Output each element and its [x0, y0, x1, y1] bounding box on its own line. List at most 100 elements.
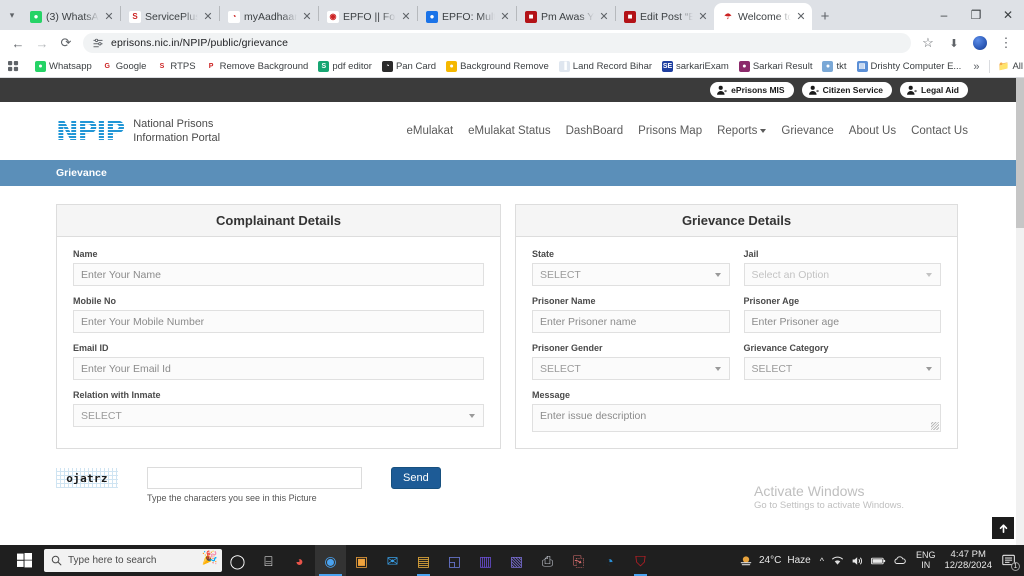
- all-bookmarks-button[interactable]: 📁 All Bookmarks: [993, 61, 1024, 72]
- bookmark-item[interactable]: P Remove Background: [201, 61, 314, 72]
- microsoft-store-icon[interactable]: ▣: [346, 545, 377, 576]
- mobile-no-input[interactable]: Enter Your Mobile Number: [73, 310, 484, 333]
- prisoner-name-input[interactable]: Enter Prisoner name: [532, 310, 730, 333]
- file-explorer-icon[interactable]: ▤: [408, 545, 439, 576]
- state-select[interactable]: SELECT: [532, 263, 730, 286]
- bookmark-item[interactable]: ▤ Drishty Computer E...: [852, 61, 967, 72]
- close-tab-icon[interactable]: ✕: [202, 10, 214, 23]
- grievance-category-select[interactable]: SELECT: [743, 357, 941, 380]
- nav-item-contact us[interactable]: Contact Us: [911, 125, 968, 137]
- nav-item-grievance[interactable]: Grievance: [781, 125, 833, 137]
- nav-item-reports[interactable]: Reports: [717, 125, 767, 137]
- bookmark-star-icon[interactable]: ☆: [916, 31, 940, 55]
- nav-item-dashboard[interactable]: DashBoard: [566, 125, 624, 137]
- bookmark-item[interactable]: ● Background Remove: [441, 61, 554, 72]
- captcha-input[interactable]: [147, 467, 362, 489]
- apps-grid-icon[interactable]: [6, 61, 24, 72]
- language-indicator[interactable]: ENG IN: [916, 550, 936, 571]
- close-tab-icon[interactable]: ✕: [301, 10, 313, 23]
- google-chrome-icon[interactable]: ◉: [315, 545, 346, 576]
- cortana-icon[interactable]: ◯: [222, 545, 253, 576]
- bookmark-item[interactable]: S pdf editor: [313, 61, 377, 72]
- name-input[interactable]: Enter Your Name: [73, 263, 484, 286]
- task-view-icon[interactable]: ⌸: [253, 545, 284, 576]
- browser-tab[interactable]: ◉ EPFO || For Empl ✕: [319, 3, 417, 30]
- photos-icon[interactable]: ◱: [439, 545, 470, 576]
- volume-icon[interactable]: [851, 555, 864, 567]
- microsoft-365-icon[interactable]: ◕: [284, 545, 315, 576]
- browser-tab[interactable]: ■ Pm Awas Yojana ✕: [517, 3, 615, 30]
- chrome-menu-icon[interactable]: ⋮: [994, 31, 1018, 55]
- weather-widget[interactable]: 24°C Haze: [739, 554, 811, 568]
- bookmark-item[interactable]: ▐ Land Record Bihar: [554, 61, 657, 72]
- relation-with-inmate-select[interactable]: SELECT: [73, 404, 484, 427]
- remote-desktop-icon[interactable]: ▧: [501, 545, 532, 576]
- jail-select[interactable]: Select an Option: [743, 263, 941, 286]
- search-input[interactable]: Type here to search 🎉: [44, 549, 222, 572]
- browser-tab[interactable]: ● (3) WhatsApp ✕: [22, 3, 120, 30]
- microsoft-edge-icon[interactable]: ◔: [594, 545, 625, 576]
- close-tab-icon[interactable]: ✕: [400, 10, 412, 23]
- bookmark-item[interactable]: SE sarkariExam: [657, 61, 734, 72]
- topbar-pill-button[interactable]: Citizen Service: [801, 82, 893, 98]
- nav-item-about us[interactable]: About Us: [849, 125, 896, 137]
- reload-icon[interactable]: ⟳: [54, 31, 78, 55]
- scrollbar-thumb[interactable]: [1016, 78, 1024, 228]
- printer-icon[interactable]: ⎙: [532, 545, 563, 576]
- site-logo[interactable]: NPIP National Prisons Information Portal: [56, 117, 220, 146]
- browser-tab[interactable]: ◔ myAadhaar - Un ✕: [220, 3, 318, 30]
- bookmark-item[interactable]: ● Whatsapp: [30, 61, 97, 72]
- topbar-pill-button[interactable]: ePrisons MIS: [710, 82, 794, 98]
- browser-tab[interactable]: S ServicePlus- Issu ✕: [121, 3, 219, 30]
- show-hidden-icons-chevron[interactable]: ^: [820, 556, 824, 566]
- prisoner-age-input[interactable]: Enter Prisoner age: [743, 310, 941, 333]
- bookmark-item[interactable]: ◔ Pan Card: [377, 61, 441, 72]
- forward-icon[interactable]: →: [30, 31, 54, 55]
- bookmarks-overflow-chevron[interactable]: »: [966, 61, 986, 73]
- nav-item-prisons map[interactable]: Prisons Map: [638, 125, 702, 137]
- browser-tab-active[interactable]: ☂ Welcome to Nat ✕: [714, 3, 812, 30]
- downloads-icon[interactable]: ⬇: [942, 31, 966, 55]
- scroll-to-top-button[interactable]: [992, 517, 1014, 539]
- resize-grip-icon[interactable]: [931, 422, 939, 430]
- message-textarea[interactable]: Enter issue description: [532, 404, 941, 432]
- page-scrollbar[interactable]: [1016, 78, 1024, 545]
- send-button[interactable]: Send: [391, 467, 441, 489]
- bookmark-item[interactable]: S RTPS: [151, 61, 200, 72]
- mcafee-icon[interactable]: ⛉: [625, 545, 656, 576]
- back-icon[interactable]: ←: [6, 31, 30, 55]
- profile-avatar[interactable]: [968, 31, 992, 55]
- prisoner-gender-select[interactable]: SELECT: [532, 357, 730, 380]
- email-id-input[interactable]: Enter Your Email Id: [73, 357, 484, 380]
- bookmark-item[interactable]: ● Sarkari Result: [734, 61, 818, 72]
- close-tab-icon[interactable]: ✕: [795, 10, 807, 23]
- onedrive-icon[interactable]: [893, 555, 907, 566]
- browser-tab[interactable]: ■ Edit Post “E-Mul ✕: [616, 3, 714, 30]
- topbar-pill-button[interactable]: Legal Aid: [900, 82, 968, 98]
- close-tab-icon[interactable]: ✕: [697, 10, 709, 23]
- notification-center-icon[interactable]: 1: [1001, 552, 1020, 571]
- nav-item-emulakat[interactable]: eMulakat: [406, 125, 453, 137]
- minimize-button[interactable]: –: [928, 0, 960, 30]
- bookmark-item[interactable]: G Google: [97, 61, 152, 72]
- close-tab-icon[interactable]: ✕: [499, 10, 511, 23]
- address-bar[interactable]: eprisons.nic.in/NPIP/public/grievance: [83, 33, 911, 53]
- teams-icon[interactable]: ▥: [470, 545, 501, 576]
- wifi-icon[interactable]: [831, 555, 844, 566]
- windows-logo-icon[interactable]: [4, 545, 44, 576]
- bookmark-favicon: ●: [822, 61, 834, 72]
- nav-item-emulakat status[interactable]: eMulakat Status: [468, 125, 550, 137]
- mail-icon[interactable]: ✉: [377, 545, 408, 576]
- new-tab-button[interactable]: +: [812, 3, 838, 30]
- clock[interactable]: 4:47 PM 12/28/2024: [944, 549, 992, 572]
- scanner-icon[interactable]: ⎘: [563, 545, 594, 576]
- site-info-icon[interactable]: [92, 37, 104, 49]
- maximize-button[interactable]: ❐: [960, 0, 992, 30]
- close-tab-icon[interactable]: ✕: [598, 10, 610, 23]
- battery-icon[interactable]: [870, 556, 886, 566]
- close-tab-icon[interactable]: ✕: [103, 10, 115, 23]
- tab-search-icon[interactable]: ▾: [2, 0, 22, 30]
- bookmark-item[interactable]: ● tkt: [817, 61, 851, 72]
- browser-tab[interactable]: ● EPFO: Multi Fact ✕: [418, 3, 516, 30]
- close-button[interactable]: ✕: [992, 0, 1024, 30]
